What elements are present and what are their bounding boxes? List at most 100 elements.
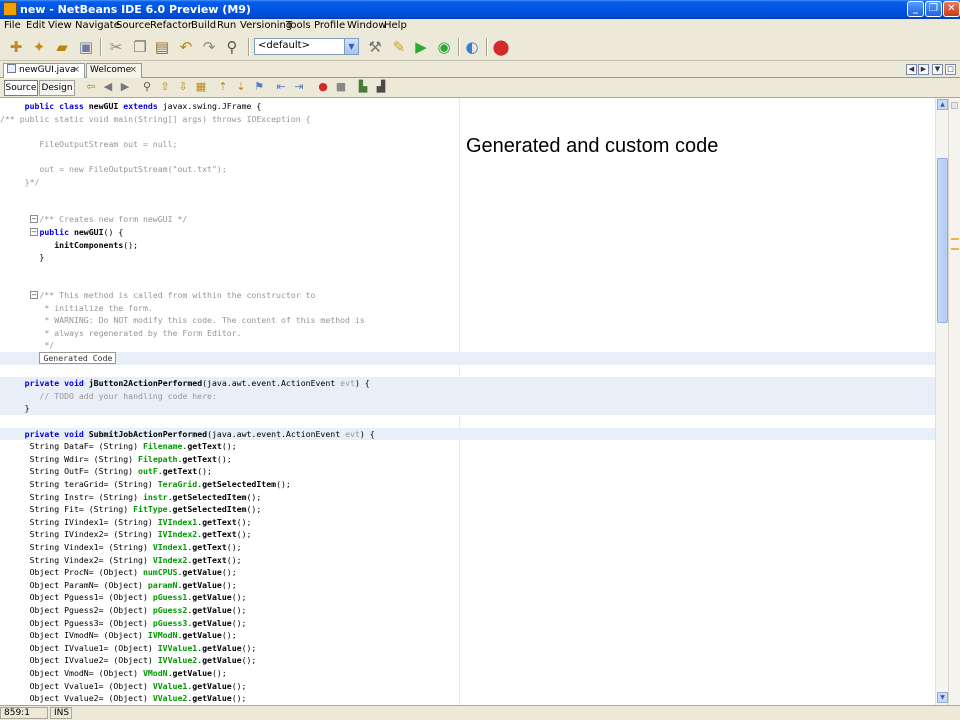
shift-left-icon[interactable]: ⇤ [274, 80, 288, 94]
close-tab-icon[interactable]: × [72, 64, 80, 77]
uncomment-icon[interactable]: ▟ [374, 80, 388, 94]
code-line: Object ProcN= (Object) numCPUS.getValue(… [0, 567, 237, 578]
profile-icon[interactable]: ◐ [462, 37, 482, 57]
code-line: Object Pguess2= (Object) pGuess2.getValu… [0, 605, 247, 615]
menu-versioning[interactable]: Versioning [240, 20, 292, 31]
insert-mode: INS [50, 707, 72, 719]
code-line: Object VmodN= (Object) VModN.getValue(); [0, 668, 227, 678]
close-tab-icon[interactable]: × [129, 64, 137, 77]
menu-navigate[interactable]: Navigate [75, 20, 120, 31]
scroll-up-icon[interactable]: ▲ [937, 99, 948, 110]
menu-help[interactable]: Help [384, 20, 407, 31]
design-view-button[interactable]: Design [39, 80, 75, 96]
scroll-down-icon[interactable]: ▼ [937, 692, 948, 703]
code-line: String IVindex2= (String) IVIndex2.getTe… [0, 529, 252, 540]
code-line: * always regenerated by the Form Editor. [0, 327, 242, 338]
menu-view[interactable]: View [48, 20, 72, 31]
open-project-icon[interactable]: ▰ [52, 37, 72, 57]
title-bar: new - NetBeans IDE 6.0 Preview (M9) _ ❐ … [0, 0, 960, 19]
generated-code-fold[interactable]: Generated Code [39, 352, 117, 364]
menu-edit[interactable]: Edit [26, 20, 45, 31]
cut-icon[interactable]: ✂ [106, 37, 126, 57]
scrollbar-thumb[interactable] [937, 158, 948, 323]
code-line: Object Vvalue1= (Object) VValue1.getValu… [0, 680, 247, 691]
menu-refactor[interactable]: Refactor [150, 20, 192, 31]
new-file-icon[interactable]: ✚ [6, 37, 26, 57]
editor-toolbar: Source Design ⇦ ◀ ▶ ⚲ ⇧ ⇩ ▦ ⇡ ⇣ ⚑ ⇤ ⇥ ● … [0, 78, 960, 98]
status-ok-icon [951, 102, 958, 109]
menu-window[interactable]: Window [347, 20, 386, 31]
code-line: String IVindex1= (String) IVIndex1.getTe… [0, 516, 252, 527]
project-configuration-select[interactable]: <default> ▼ [254, 38, 359, 55]
chevron-down-icon[interactable]: ▼ [344, 39, 358, 54]
annotation-mark[interactable] [951, 238, 959, 240]
code-line: } [0, 252, 45, 263]
menu-build[interactable]: Build [191, 20, 216, 31]
caret-position: 859:1 [0, 707, 48, 719]
minimize-button[interactable]: _ [907, 1, 924, 17]
vertical-scrollbar[interactable]: ▲ ▼ [935, 98, 948, 705]
toggle-bookmark-icon[interactable]: ⚑ [252, 80, 266, 94]
menu-file[interactable]: File [4, 20, 21, 31]
copy-icon[interactable]: ❐ [130, 37, 150, 57]
shift-right-icon[interactable]: ⇥ [292, 80, 306, 94]
build-icon[interactable]: ⚒ [365, 37, 385, 57]
source-view-button[interactable]: Source [4, 80, 38, 96]
close-button[interactable]: ✕ [943, 1, 960, 17]
comment-icon[interactable]: ▙ [356, 80, 370, 94]
redo-icon[interactable]: ↷ [199, 37, 219, 57]
code-line: String Fit= (String) FitType.getSelected… [0, 504, 262, 515]
undo-icon[interactable]: ↶ [176, 37, 196, 57]
run-icon[interactable]: ▶ [411, 37, 431, 57]
next-bookmark-icon[interactable]: ⇣ [234, 80, 248, 94]
toggle-highlight-icon[interactable]: ▦ [194, 80, 208, 94]
debug-icon[interactable]: ◉ [434, 37, 454, 57]
new-project-icon[interactable]: ✦ [29, 37, 49, 57]
menu-run[interactable]: Run [217, 20, 236, 31]
editor-tab-strip: newGUI.java × Welcome × ◀ ▶ ▼ □ [0, 62, 960, 79]
code-line-folded: Generated Code [0, 352, 935, 365]
code-line: String OutF= (String) outF.getText(); [0, 466, 212, 477]
maximize-editor-icon[interactable]: □ [945, 64, 956, 75]
find-previous-icon[interactable]: ⇧ [158, 80, 172, 94]
code-line: out = new FileOutputStream("out.txt"); [0, 164, 227, 174]
stop-icon[interactable]: ⬤ [491, 37, 511, 57]
back-icon[interactable]: ⇦ [84, 80, 98, 94]
annotation-caption: Generated and custom code [466, 135, 719, 157]
menu-source[interactable]: Source [116, 20, 150, 31]
record-macro-icon[interactable]: ● [316, 80, 330, 94]
menu-profile[interactable]: Profile [314, 20, 345, 31]
maximize-button[interactable]: ❐ [925, 1, 942, 17]
code-line: String teraGrid= (String) TeraGrid.getSe… [0, 479, 291, 489]
code-line: // TODO add your handling code here: [0, 389, 935, 403]
error-stripe [948, 98, 960, 705]
find-selection-icon[interactable]: ⚲ [140, 80, 154, 94]
scroll-tabs-right-icon[interactable]: ▶ [918, 64, 929, 75]
paste-icon[interactable]: ▤ [152, 37, 172, 57]
tab-list-icon[interactable]: ▼ [932, 64, 943, 75]
find-next-icon[interactable]: ⇩ [176, 80, 190, 94]
code-line: String Instr= (String) instr.getSelected… [0, 491, 262, 502]
code-line: public class newGUI extends javax.swing.… [24, 101, 262, 111]
netbeans-app-icon [3, 2, 17, 16]
find-icon[interactable]: ⚲ [222, 37, 242, 57]
annotation-mark[interactable] [951, 248, 959, 250]
code-line: }*/ [0, 176, 40, 187]
backward-icon[interactable]: ◀ [101, 80, 115, 94]
menu-tools[interactable]: Tools [286, 20, 311, 31]
forward-icon[interactable]: ▶ [118, 80, 132, 94]
code-line: private void SubmitJobActionPerformed(ja… [0, 427, 935, 441]
previous-bookmark-icon[interactable]: ⇡ [216, 80, 230, 94]
stop-macro-icon[interactable]: ■ [334, 80, 348, 94]
tab-welcome[interactable]: Welcome × [86, 63, 142, 78]
code-editor[interactable]: public class newGUI extends javax.swing.… [0, 98, 948, 705]
tab-newgui-java[interactable]: newGUI.java × [3, 63, 85, 79]
code-line: Object IVmodN= (Object) IVModN.getValue(… [0, 630, 237, 641]
code-line: Object IVvalue1= (Object) IVValue1.getVa… [0, 642, 257, 653]
save-all-icon[interactable]: ▣ [76, 37, 96, 57]
toolbar-separator [486, 38, 488, 56]
menu-bar: File Edit View Navigate Source Refactor … [0, 19, 960, 33]
clean-build-icon[interactable]: ✎ [389, 37, 409, 57]
code-line: /** This method is called from within th… [0, 290, 316, 300]
scroll-tabs-left-icon[interactable]: ◀ [906, 64, 917, 75]
